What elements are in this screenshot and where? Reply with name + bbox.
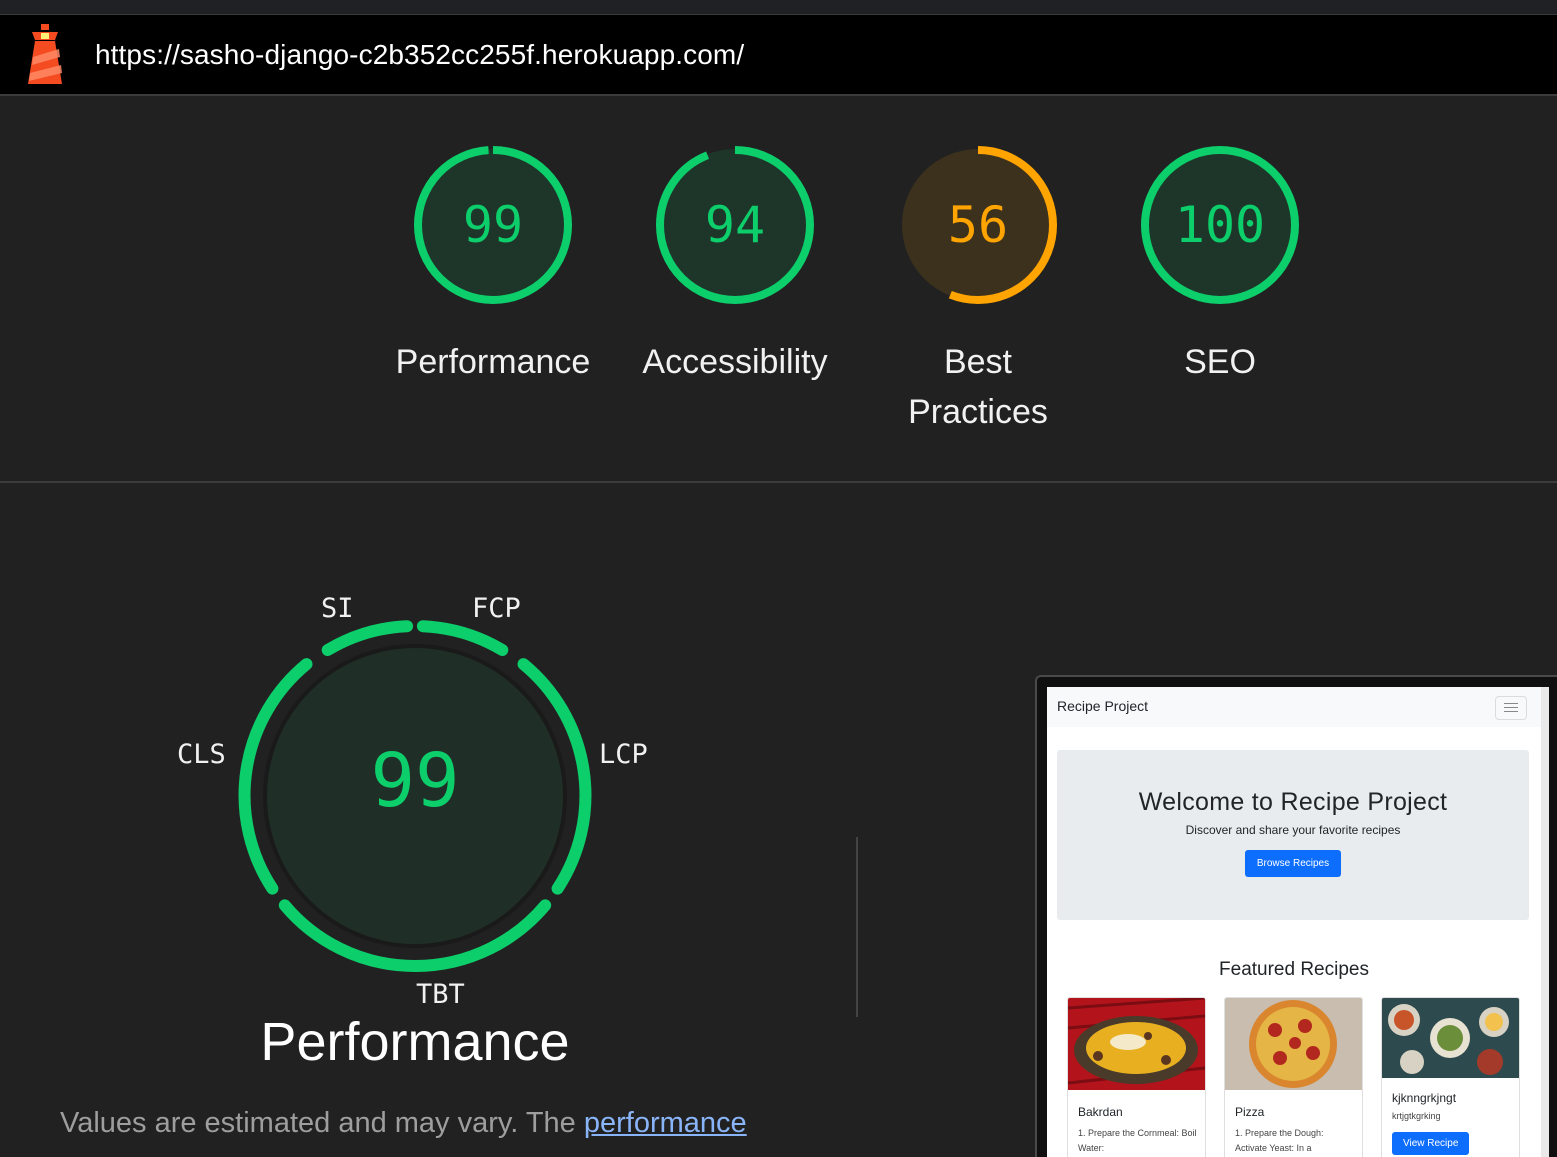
screenshot-hero: Welcome to Recipe Project Discover and s…	[1057, 750, 1529, 920]
gauge-accessibility[interactable]: 94 Accessibility	[610, 144, 860, 387]
vertical-divider	[856, 837, 858, 1017]
report-url-bar: https://sasho-django-c2b352cc255f.heroku…	[0, 15, 1557, 96]
lighthouse-logo-icon	[28, 23, 62, 84]
screenshot-navbar: Recipe Project	[1047, 687, 1541, 727]
window-top-strip	[0, 0, 1557, 15]
gauge-best-practices[interactable]: 56 Best Practices	[853, 144, 1103, 437]
performance-title: Performance	[260, 1012, 570, 1072]
screenshot-hero-subtitle: Discover and share your favorite recipes	[1185, 823, 1401, 837]
recipe-photo-generic-icon	[1382, 998, 1519, 1078]
metric-label-fcp: FCP	[472, 593, 521, 624]
screenshot-view-recipe-button: View Recipe	[1392, 1132, 1470, 1155]
screenshot-card-title: Pizza	[1235, 1105, 1265, 1119]
screenshot-card-title: Bakrdan	[1078, 1105, 1123, 1119]
performance-score: 99	[370, 738, 460, 824]
screenshot-card-title: kjknngrkjngt	[1392, 1091, 1457, 1105]
gauge-performance[interactable]: 99 Performance	[368, 144, 618, 387]
metric-label-lcp: LCP	[599, 739, 648, 770]
screenshot-card-text: krtjgtkgrking	[1392, 1111, 1441, 1121]
screenshot-recipe-card: Pizza 1. Prepare the Dough: Activate Yea…	[1224, 997, 1363, 1157]
gauge-score: 100	[1174, 196, 1266, 254]
recipe-photo-bakrdan-icon	[1068, 998, 1205, 1090]
screenshot-hero-title: Welcome to Recipe Project	[1138, 788, 1448, 816]
screenshot-card-text: 1. Prepare the Dough: Activate Yeast: In…	[1235, 1128, 1324, 1153]
recipe-photo-pizza-icon	[1225, 998, 1362, 1090]
gauge-label: SEO	[1184, 343, 1256, 381]
gauge-seo[interactable]: 100 SEO	[1095, 144, 1345, 387]
metric-label-tbt: TBT	[416, 979, 465, 1010]
gauge-score: 99	[462, 196, 524, 254]
gauge-score: 94	[704, 196, 766, 254]
final-screenshot-thumbnail[interactable]: Recipe Project Welcome to Recipe Project…	[1035, 675, 1557, 1157]
report-url[interactable]: https://sasho-django-c2b352cc255f.heroku…	[95, 39, 744, 71]
gauge-label: Performance	[395, 343, 591, 381]
screenshot-page: Recipe Project Welcome to Recipe Project…	[1047, 687, 1541, 1157]
screenshot-card-text: 1. Prepare the Cornmeal: Boil Water:	[1078, 1128, 1197, 1153]
screenshot-scrollbar	[1541, 687, 1549, 1157]
gauge-label: Accessibility	[642, 343, 828, 381]
estimate-note-text: Values are estimated and may vary. The	[60, 1107, 584, 1139]
gauge-label: Best Practices	[908, 343, 1048, 431]
metric-label-si: SI	[321, 593, 354, 624]
hamburger-menu-icon	[1495, 696, 1527, 720]
screenshot-browse-button: Browse Recipes	[1244, 850, 1342, 877]
estimate-note: Values are estimated and may vary. The p…	[60, 1107, 747, 1140]
category-gauges: 99 Performance 94 Accessibility 56 Best …	[0, 96, 1557, 483]
metric-label-cls: CLS	[177, 739, 226, 770]
gauge-score: 56	[947, 196, 1009, 254]
performance-link[interactable]: performance	[584, 1107, 747, 1139]
screenshot-recipe-card: Bakrdan 1. Prepare the Cornmeal: Boil Wa…	[1067, 997, 1206, 1157]
screenshot-brand: Recipe Project	[1057, 698, 1149, 714]
screenshot-featured-heading: Featured Recipes	[1219, 959, 1369, 980]
screenshot-recipe-card: kjknngrkjngt krtjgtkgrking View Recipe	[1381, 997, 1520, 1157]
